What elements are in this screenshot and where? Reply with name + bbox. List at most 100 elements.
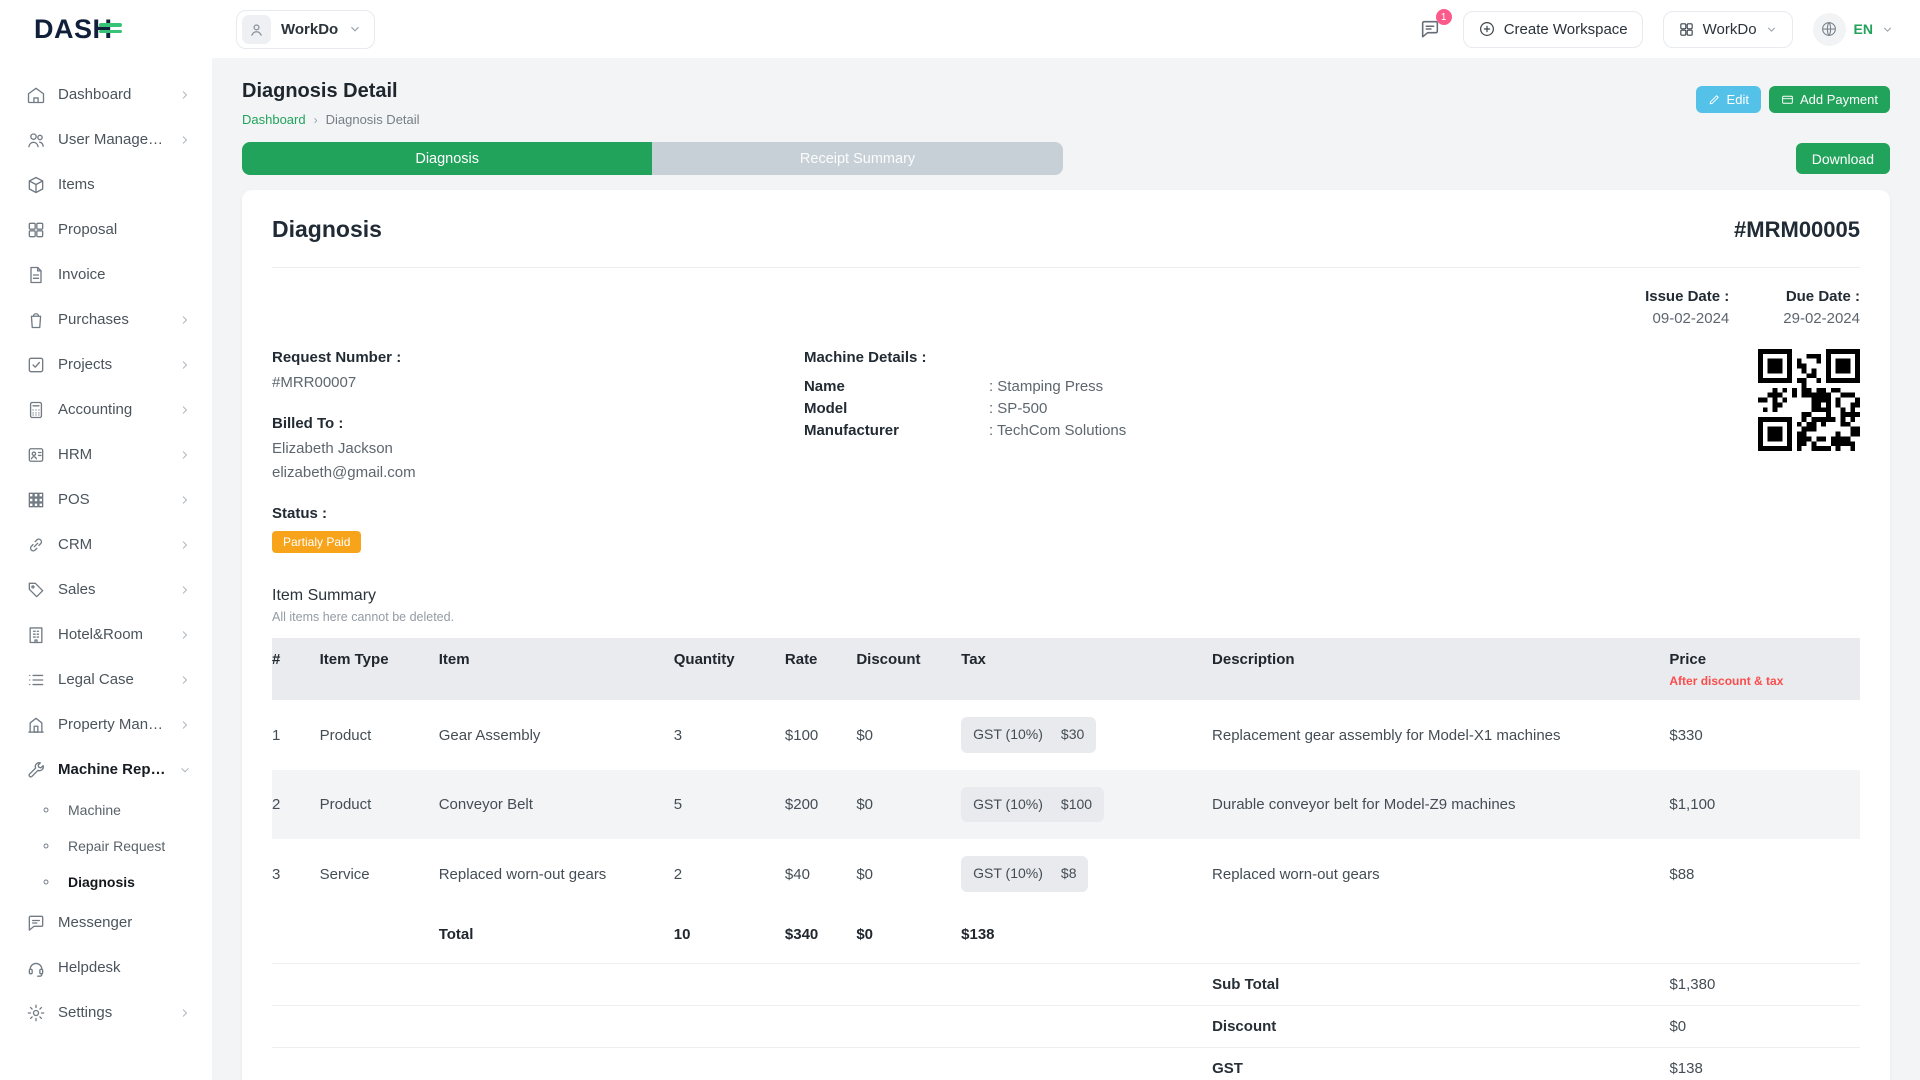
- cell-price: $88: [1669, 864, 1860, 885]
- chevron-down-icon: [178, 763, 192, 777]
- sidebar: DASH Dashboard User Management Items: [0, 0, 212, 1080]
- brand-logo[interactable]: DASH: [0, 0, 212, 58]
- total-discount: $0: [856, 924, 961, 945]
- sidebar-item-items[interactable]: Items: [12, 162, 202, 207]
- cell-tax: GST (10%) $8: [961, 856, 1212, 892]
- hrm-icon: [26, 445, 46, 465]
- workspace-selector[interactable]: WorkDo: [236, 10, 375, 49]
- billed-to-label: Billed To :: [272, 415, 804, 432]
- col-price: Price After discount & tax: [1669, 649, 1860, 690]
- add-payment-button[interactable]: Add Payment: [1769, 86, 1890, 113]
- col-tax: Tax: [961, 649, 1212, 670]
- user-management-icon: [26, 130, 46, 150]
- sidebar-item-invoice[interactable]: Invoice: [12, 252, 202, 297]
- cell-description: Replaced worn-out gears: [1212, 864, 1669, 885]
- sidebar-item-user-management[interactable]: User Management: [12, 117, 202, 162]
- sidebar-item-property-manage[interactable]: Property Manage: [12, 702, 202, 747]
- summary-row: Sub Total $1,380: [272, 963, 1860, 1005]
- sidebar-item-repair-request[interactable]: Repair Request: [12, 828, 202, 864]
- table-row: 1 Product Gear Assembly 3 $100 $0 GST (1…: [272, 700, 1860, 770]
- cell-rate: $100: [785, 725, 856, 746]
- accounting-icon: [26, 400, 46, 420]
- col-discount: Discount: [856, 649, 961, 670]
- chevron-down-icon: [348, 22, 362, 36]
- total-rate: $340: [785, 924, 856, 945]
- machine-details-rows: Name : Stamping Press Model : SP-500: [804, 378, 1748, 439]
- item-summary-block: Item Summary All items here cannot be de…: [272, 587, 1860, 624]
- breadcrumb-dashboard-link[interactable]: Dashboard: [242, 112, 306, 127]
- machine-detail-row: Name : Stamping Press: [804, 378, 1748, 395]
- brand-name: DAS: [34, 14, 93, 45]
- topbar: WorkDo 1 Create Workspace WorkDo: [212, 0, 1920, 58]
- messages-button[interactable]: 1: [1417, 16, 1443, 42]
- download-button[interactable]: Download: [1796, 143, 1890, 174]
- sidebar-item-machine-repair[interactable]: Machine Repair: [12, 747, 202, 792]
- summary-row: Discount $0: [272, 1005, 1860, 1047]
- sidebar-item-hotel-room[interactable]: Hotel&Room: [12, 612, 202, 657]
- card-header: Diagnosis #MRM00005: [272, 190, 1860, 268]
- tabs: Diagnosis Receipt Summary: [242, 142, 1063, 175]
- cell-item-type: Product: [320, 794, 439, 815]
- chevron-right-icon: [178, 133, 192, 147]
- workspace-avatar: [242, 15, 271, 44]
- sidebar-item-dashboard[interactable]: Dashboard: [12, 72, 202, 117]
- sidebar-item-projects[interactable]: Projects: [12, 342, 202, 387]
- dot-icon: [36, 800, 56, 820]
- edit-icon: [1708, 93, 1721, 106]
- sidebar-item-proposal[interactable]: Proposal: [12, 207, 202, 252]
- globe-icon: [1813, 13, 1846, 46]
- language-selector[interactable]: EN: [1813, 13, 1894, 46]
- sidebar-item-hrm[interactable]: HRM: [12, 432, 202, 477]
- status-block: Status : Partialy Paid: [272, 505, 1860, 553]
- sidebar-item-messenger[interactable]: Messenger: [12, 900, 202, 945]
- cell-no: 3: [272, 864, 320, 885]
- dashboard-icon: [26, 85, 46, 105]
- cell-quantity: 2: [674, 864, 785, 885]
- sidebar-item-machine[interactable]: Machine: [12, 792, 202, 828]
- billed-to-email: elizabeth@gmail.com: [272, 462, 804, 485]
- breadcrumb-separator: ›: [314, 113, 318, 127]
- cell-no: 1: [272, 725, 320, 746]
- edit-button[interactable]: Edit: [1696, 86, 1761, 113]
- request-number-label: Request Number :: [272, 349, 804, 366]
- crm-icon: [26, 535, 46, 555]
- document-title: Diagnosis: [272, 216, 382, 243]
- chevron-right-icon: [178, 88, 192, 102]
- cell-item: Replaced worn-out gears: [439, 864, 674, 885]
- app-root: DASH Dashboard User Management Items: [0, 0, 1920, 1080]
- breadcrumb: Dashboard › Diagnosis Detail: [242, 112, 420, 127]
- page-header: Diagnosis Detail Dashboard › Diagnosis D…: [242, 80, 1890, 127]
- col-no: #: [272, 649, 320, 670]
- create-workspace-button[interactable]: Create Workspace: [1463, 11, 1643, 48]
- language-label: EN: [1854, 21, 1873, 37]
- page-content: Diagnosis Detail Dashboard › Diagnosis D…: [212, 58, 1920, 1080]
- item-summary-title: Item Summary: [272, 587, 1860, 605]
- sidebar-item-diagnosis[interactable]: Diagnosis: [12, 864, 202, 900]
- col-rate: Rate: [785, 649, 856, 670]
- machine-detail-row: Manufacturer : TechCom Solutions: [804, 422, 1748, 439]
- cell-description: Replacement gear assembly for Model-X1 m…: [1212, 725, 1669, 746]
- sidebar-item-legal-case[interactable]: Legal Case: [12, 657, 202, 702]
- sidebar-item-pos[interactable]: POS: [12, 477, 202, 522]
- machine-repair-icon: [26, 760, 46, 780]
- dot-icon: [36, 872, 56, 892]
- table-row: 3 Service Replaced worn-out gears 2 $40 …: [272, 839, 1860, 909]
- total-tax: $138: [961, 924, 1212, 945]
- tax-chip: GST (10%) $100: [961, 787, 1104, 823]
- billed-to-block: Billed To : Elizabeth Jackson elizabeth@…: [272, 415, 804, 485]
- chevron-down-icon: [1765, 23, 1778, 36]
- tab-diagnosis[interactable]: Diagnosis: [242, 142, 652, 175]
- sidebar-item-sales[interactable]: Sales: [12, 567, 202, 612]
- dates-block: Issue Date : 09-02-2024 Due Date : 29-02…: [272, 288, 1860, 327]
- sidebar-item-helpdesk[interactable]: Helpdesk: [12, 945, 202, 990]
- sidebar-item-settings[interactable]: Settings: [12, 990, 202, 1035]
- due-date-value: 29-02-2024: [1783, 310, 1860, 327]
- tab-receipt-summary[interactable]: Receipt Summary: [652, 142, 1062, 175]
- sidebar-item-accounting[interactable]: Accounting: [12, 387, 202, 432]
- cell-rate: $200: [785, 794, 856, 815]
- diagnosis-card: Diagnosis #MRM00005 Issue Date : 09-02-2…: [242, 190, 1890, 1080]
- sidebar-item-purchases[interactable]: Purchases: [12, 297, 202, 342]
- cell-quantity: 5: [674, 794, 785, 815]
- sidebar-item-crm[interactable]: CRM: [12, 522, 202, 567]
- workdo-apps-button[interactable]: WorkDo: [1663, 11, 1793, 48]
